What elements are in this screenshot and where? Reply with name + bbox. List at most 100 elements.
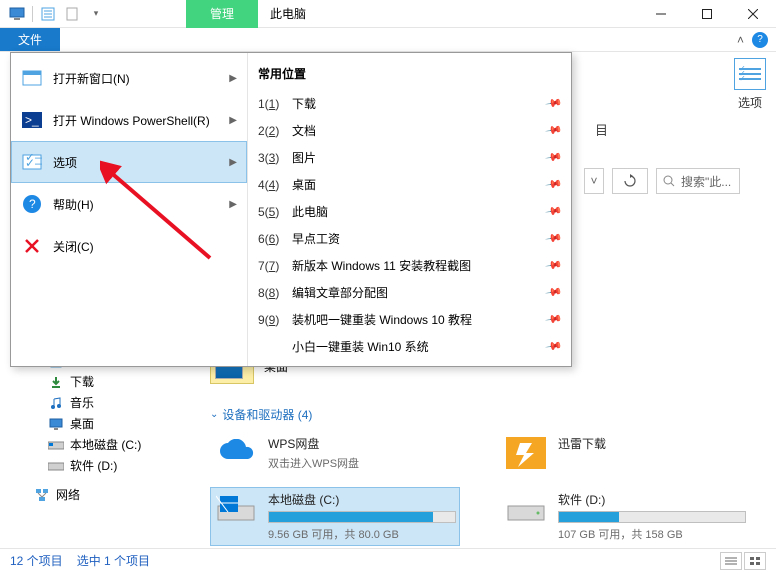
drive-usage-bar [558,511,746,523]
location-item-8[interactable]: 9(9) 装机吧一键重装 Windows 10 教程📌 [248,306,571,333]
drive-1[interactable]: 软件 (D:)107 GB 可用，共 158 GB [500,487,750,546]
drive-0[interactable]: 本地磁盘 (C:)9.56 GB 可用，共 80.0 GB [210,487,460,546]
details-view-button[interactable] [720,552,742,570]
location-item-0[interactable]: 1(1) 下载📌 [248,90,571,117]
tile-0[interactable]: WPS网盘双击进入WPS网盘 [210,431,460,475]
tree-item-4[interactable]: 本地磁盘 (C:) [28,434,188,455]
location-shortcut: 9(9) [258,313,286,327]
drive-c-icon [48,437,64,453]
tree-item-label: 软件 (D:) [70,457,117,474]
location-label: 新版本 Windows 11 安装教程截图 [292,257,541,274]
pin-icon[interactable]: 📌 [545,283,564,302]
powershell-icon: >_ [21,109,43,131]
properties-icon[interactable] [37,3,59,25]
drive-usage-bar [268,511,456,523]
window-icon [21,67,43,89]
icons-view-button[interactable] [744,552,766,570]
location-shortcut: 3(3) [258,151,286,165]
location-item-2[interactable]: 3(3) 图片📌 [248,144,571,171]
location-label: 早点工资 [292,230,541,247]
new-doc-icon[interactable] [61,3,83,25]
file-menu-item-0[interactable]: 打开新窗口(N)▶ [11,57,247,99]
location-label: 图片 [292,149,541,166]
location-shortcut: 4(4) [258,178,286,192]
submenu-arrow-icon: ▶ [229,199,237,210]
ribbon-options-group[interactable]: 选项 [734,58,766,111]
svg-text:✓—: ✓— [25,156,42,170]
file-menu-item-3[interactable]: ? 帮助(H) ▶ [11,183,247,225]
tree-item-5[interactable]: 软件 (D:) [28,455,188,476]
file-tab[interactable]: 文件 [0,28,60,51]
maximize-button[interactable] [684,0,730,28]
quick-access-toolbar: ▾ [0,3,186,25]
tree-item-1[interactable]: 下载 [28,371,188,392]
location-item-4[interactable]: 5(5)此电脑📌 [248,198,571,225]
partial-text: 目 [595,120,608,139]
qat-dropdown-icon[interactable]: ▾ [85,3,107,25]
options-icon: ✓—✓— [21,151,43,173]
drive-d-icon [48,458,64,474]
tree-network-label: 网络 [56,486,80,503]
drive-icon [504,491,548,527]
refresh-button[interactable] [612,168,648,194]
minimize-button[interactable] [638,0,684,28]
location-item-1[interactable]: 2(2)文档📌 [248,117,571,144]
content-area: 桌面 ⌄ 设备和驱动器 (4) WPS网盘双击进入WPS网盘迅雷下载 本地磁盘 … [210,350,756,546]
pin-icon[interactable]: 📌 [545,202,564,221]
tree-item-2[interactable]: 音乐 [28,392,188,413]
location-item-5[interactable]: 6(6) 早点工资📌 [248,225,571,252]
location-item-3[interactable]: 4(4) 桌面📌 [248,171,571,198]
ribbon-row: 文件 ˄ ? [0,28,776,52]
location-label: 装机吧一键重装 Windows 10 教程 [292,311,541,328]
cloud-icon [214,435,258,471]
pin-icon[interactable]: 📌 [545,310,564,329]
tile-1[interactable]: 迅雷下载 [500,431,750,475]
pin-icon[interactable]: 📌 [545,256,564,275]
xunlei-icon [504,435,548,471]
tree-item-label: 下载 [70,373,94,390]
locations-header: 常用位置 [248,59,571,90]
file-menu-item-2[interactable]: ✓—✓—选项▶ [11,141,247,183]
submenu-arrow-icon: ▶ [229,115,237,126]
search-icon [663,175,675,187]
file-menu-item-label: 打开 Windows PowerShell(R) [53,112,219,129]
devices-header-text: 设备和驱动器 (4) [222,406,312,423]
pin-icon[interactable]: 📌 [545,121,564,140]
pin-icon[interactable]: 📌 [545,94,564,113]
desktop-icon [48,416,64,432]
pin-icon[interactable]: 📌 [545,148,564,167]
status-bar: 12 个项目 选中 1 个项目 [0,548,776,572]
svg-text:?: ? [29,197,36,211]
drive-free-text: 9.56 GB 可用，共 80.0 GB [268,526,456,542]
devices-section-header[interactable]: ⌄ 设备和驱动器 (4) [210,402,756,431]
tile-name: WPS网盘 [268,435,456,452]
location-item-9[interactable]: 小白一键重装 Win10 系统📌 [248,333,571,360]
chevron-down-icon: ⌄ [210,409,218,420]
pin-icon[interactable]: 📌 [545,229,564,248]
location-shortcut: 6(6) [258,232,286,246]
location-label: 下载 [292,95,541,112]
tile-sub: 双击进入WPS网盘 [268,455,456,471]
file-menu-item-1[interactable]: >_ 打开 Windows PowerShell(R) ▶ [11,99,247,141]
status-count: 12 个项目 [10,552,63,569]
search-box[interactable]: 搜索"此... [656,168,740,194]
music-icon [48,395,64,411]
location-item-6[interactable]: 7(7) 新版本 Windows 11 安装教程截图📌 [248,252,571,279]
nav-tree: 文档下载音乐桌面本地磁盘 (C:)软件 (D:) 网络 [28,350,188,505]
file-menu-item-4[interactable]: 关闭(C) [11,225,247,267]
location-item-7[interactable]: 8(8)编辑文章部分配图📌 [248,279,571,306]
location-shortcut: 1(1) [258,97,286,111]
tree-item-3[interactable]: 桌面 [28,413,188,434]
collapse-ribbon-icon[interactable]: ˄ [737,33,744,47]
tree-network[interactable]: 网络 [28,484,188,505]
location-shortcut: 7(7) [258,259,286,273]
help-icon[interactable]: ? [752,32,768,48]
pin-icon[interactable]: 📌 [545,175,564,194]
pin-icon[interactable]: 📌 [545,337,564,356]
ribbon-tab-manage[interactable]: 管理 [186,0,258,28]
drive-free-text: 107 GB 可用，共 158 GB [558,526,746,542]
close-button[interactable] [730,0,776,28]
file-menu-item-label: 帮助(H) [53,196,219,213]
nav-dropdown[interactable]: ˅ [584,168,604,194]
location-label: 桌面 [292,176,541,193]
